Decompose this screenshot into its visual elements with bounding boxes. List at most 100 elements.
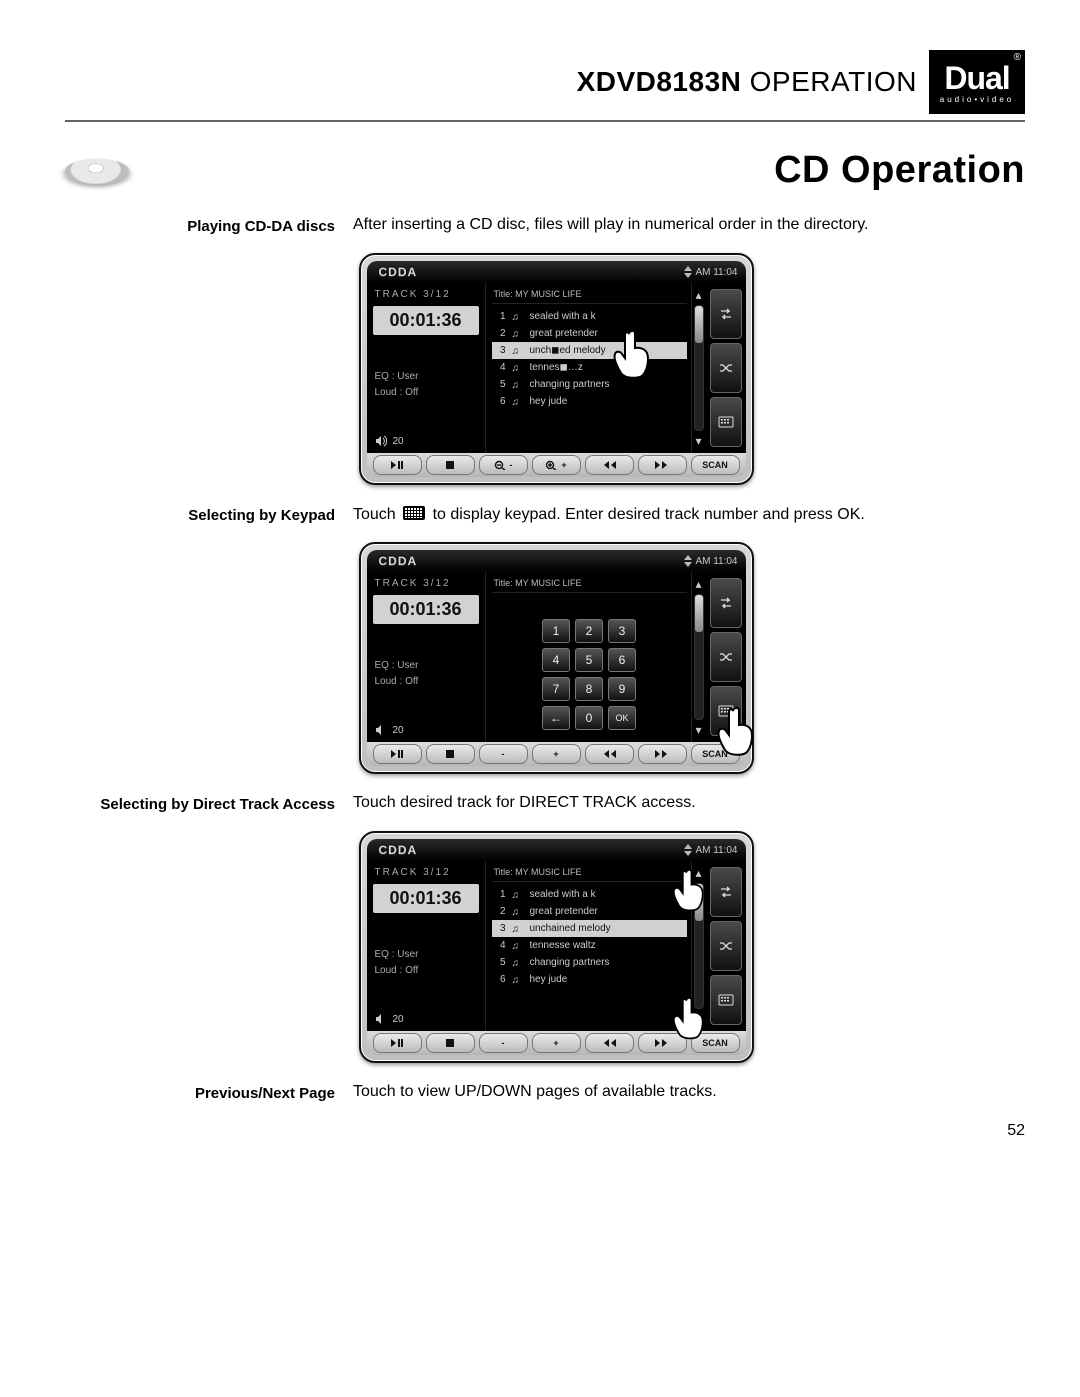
track-row[interactable]: 2♫great pretender <box>492 325 687 342</box>
track-row[interactable]: 3♫unch◼ed melody <box>492 342 687 359</box>
play-pause-button[interactable] <box>373 744 422 764</box>
keypad-button[interactable] <box>710 686 742 736</box>
track-number: 6 <box>496 974 506 985</box>
text-direct: Touch desired track for DIRECT TRACK acc… <box>353 794 1025 812</box>
key-7[interactable]: 7 <box>542 677 570 701</box>
music-note-icon: ♫ <box>512 346 524 356</box>
forward-button[interactable] <box>638 1033 687 1053</box>
eq-status: EQ : User <box>375 947 477 963</box>
key-3[interactable]: 3 <box>608 619 636 643</box>
speaker-icon <box>375 724 387 736</box>
track-name: changing partners <box>530 957 683 968</box>
stop-button[interactable] <box>426 455 475 475</box>
scroll-down-icon[interactable]: ▾ <box>694 1013 704 1025</box>
zoom-in-button[interactable]: + <box>532 455 581 475</box>
track-row[interactable]: 6♫hey jude <box>492 393 687 410</box>
key-0[interactable]: 0 <box>575 706 603 730</box>
keypad-button[interactable] <box>710 397 742 447</box>
brand-sub: audio•video <box>940 95 1015 104</box>
forward-button[interactable] <box>638 744 687 764</box>
header-rule <box>65 120 1025 122</box>
volume-level: 20 <box>393 1014 404 1025</box>
key-4[interactable]: 4 <box>542 648 570 672</box>
repeat-button[interactable] <box>710 578 742 628</box>
shuffle-button[interactable] <box>710 921 742 971</box>
clock: AM 11:04 <box>695 267 737 278</box>
zoom-in-button[interactable]: + <box>532 744 581 764</box>
key-ok[interactable]: OK <box>608 706 636 730</box>
play-pause-button[interactable] <box>373 455 422 475</box>
music-note-icon: ♫ <box>512 312 524 322</box>
scroll-up-icon[interactable]: ▴ <box>694 289 704 301</box>
numeric-keypad[interactable]: 123 456 789 ←0OK <box>542 619 636 730</box>
scroll-up-icon[interactable]: ▴ <box>694 867 704 879</box>
shuffle-button[interactable] <box>710 343 742 393</box>
now-playing-title: Title: MY MUSIC LIFE <box>492 287 687 304</box>
track-row[interactable]: 1 ♫ sealed with a k <box>492 886 687 903</box>
key-5[interactable]: 5 <box>575 648 603 672</box>
stop-button[interactable] <box>426 1033 475 1053</box>
track-name: sealed with a k <box>530 889 683 900</box>
scan-button[interactable]: SCAN <box>691 455 740 475</box>
track-indicator: TRACK 3/12 <box>375 867 477 878</box>
track-row[interactable]: 2♫great pretender <box>492 903 687 920</box>
scroll-up-icon[interactable]: ▴ <box>694 578 704 590</box>
elapsed-time: 00:01:36 <box>373 595 479 624</box>
rewind-button[interactable] <box>585 455 634 475</box>
track-list[interactable]: 1♫sealed with a k2♫great pretender3♫unch… <box>492 308 687 410</box>
key-8[interactable]: 8 <box>575 677 603 701</box>
repeat-button[interactable] <box>710 867 742 917</box>
mode-indicator: CDDA <box>375 265 418 279</box>
track-scrollbar[interactable]: ▴ ▾ <box>692 283 706 453</box>
scroll-down-icon[interactable]: ▾ <box>694 724 704 736</box>
track-scrollbar[interactable]: ▴ ▾ <box>692 861 706 1031</box>
track-name: great pretender <box>530 328 683 339</box>
page-number: 52 <box>65 1122 1025 1140</box>
shuffle-button[interactable] <box>710 632 742 682</box>
mode-indicator: CDDA <box>375 843 418 857</box>
zoom-out-button[interactable]: - <box>479 744 528 764</box>
rewind-button[interactable] <box>585 1033 634 1053</box>
clock: AM 11:04 <box>695 556 737 567</box>
track-row[interactable]: 1♫sealed with a k <box>492 308 687 325</box>
track-indicator: TRACK 3/12 <box>375 578 477 589</box>
keypad-button[interactable] <box>710 975 742 1025</box>
track-row[interactable]: 5♫changing partners <box>492 954 687 971</box>
track-row[interactable]: 4♫tennes◼…z <box>492 359 687 376</box>
track-number: 5 <box>496 379 506 390</box>
bluetooth-icon <box>681 266 689 278</box>
track-row[interactable]: 4♫tennesse waltz <box>492 937 687 954</box>
track-list[interactable]: 1 ♫ sealed with a k 2♫great pretender3♫unch… <box>492 886 687 988</box>
brand-name: Dual <box>944 60 1009 97</box>
scroll-down-icon[interactable]: ▾ <box>694 435 704 447</box>
key-1[interactable]: 1 <box>542 619 570 643</box>
track-row[interactable]: 3♫unchained melody <box>492 920 687 937</box>
repeat-button[interactable] <box>710 289 742 339</box>
scan-button[interactable]: SCAN <box>691 1033 740 1053</box>
rewind-button[interactable] <box>585 744 634 764</box>
device-screenshot-1: CDDA AM 11:04 TRACK 3/12 00:01:36 EQ : U… <box>359 253 754 485</box>
key-backspace[interactable]: ← <box>542 706 570 730</box>
music-note-icon: ♫ <box>512 397 524 407</box>
device-screenshot-3: CDDA AM 11:04 TRACK 3/12 00:01:36 EQ : U… <box>359 831 754 1063</box>
stop-button[interactable] <box>426 744 475 764</box>
track-scrollbar[interactable]: ▴ ▾ <box>692 572 706 742</box>
registered-mark: ® <box>1014 52 1021 63</box>
key-2[interactable]: 2 <box>575 619 603 643</box>
forward-button[interactable] <box>638 455 687 475</box>
scan-button[interactable]: SCAN <box>691 744 740 764</box>
elapsed-time: 00:01:36 <box>373 306 479 335</box>
music-note-icon: ♫ <box>512 890 524 900</box>
key-9[interactable]: 9 <box>608 677 636 701</box>
track-number: 1 <box>496 889 506 900</box>
text-playing: After inserting a CD disc, files will pl… <box>353 216 1025 234</box>
zoom-out-button[interactable]: - <box>479 1033 528 1053</box>
zoom-in-button[interactable]: + <box>532 1033 581 1053</box>
zoom-out-button[interactable]: - <box>479 455 528 475</box>
track-row[interactable]: 5♫changing partners <box>492 376 687 393</box>
mode-indicator: CDDA <box>375 554 418 568</box>
key-6[interactable]: 6 <box>608 648 636 672</box>
track-row[interactable]: 6♫hey jude <box>492 971 687 988</box>
play-pause-button[interactable] <box>373 1033 422 1053</box>
eq-status: EQ : User <box>375 369 477 385</box>
